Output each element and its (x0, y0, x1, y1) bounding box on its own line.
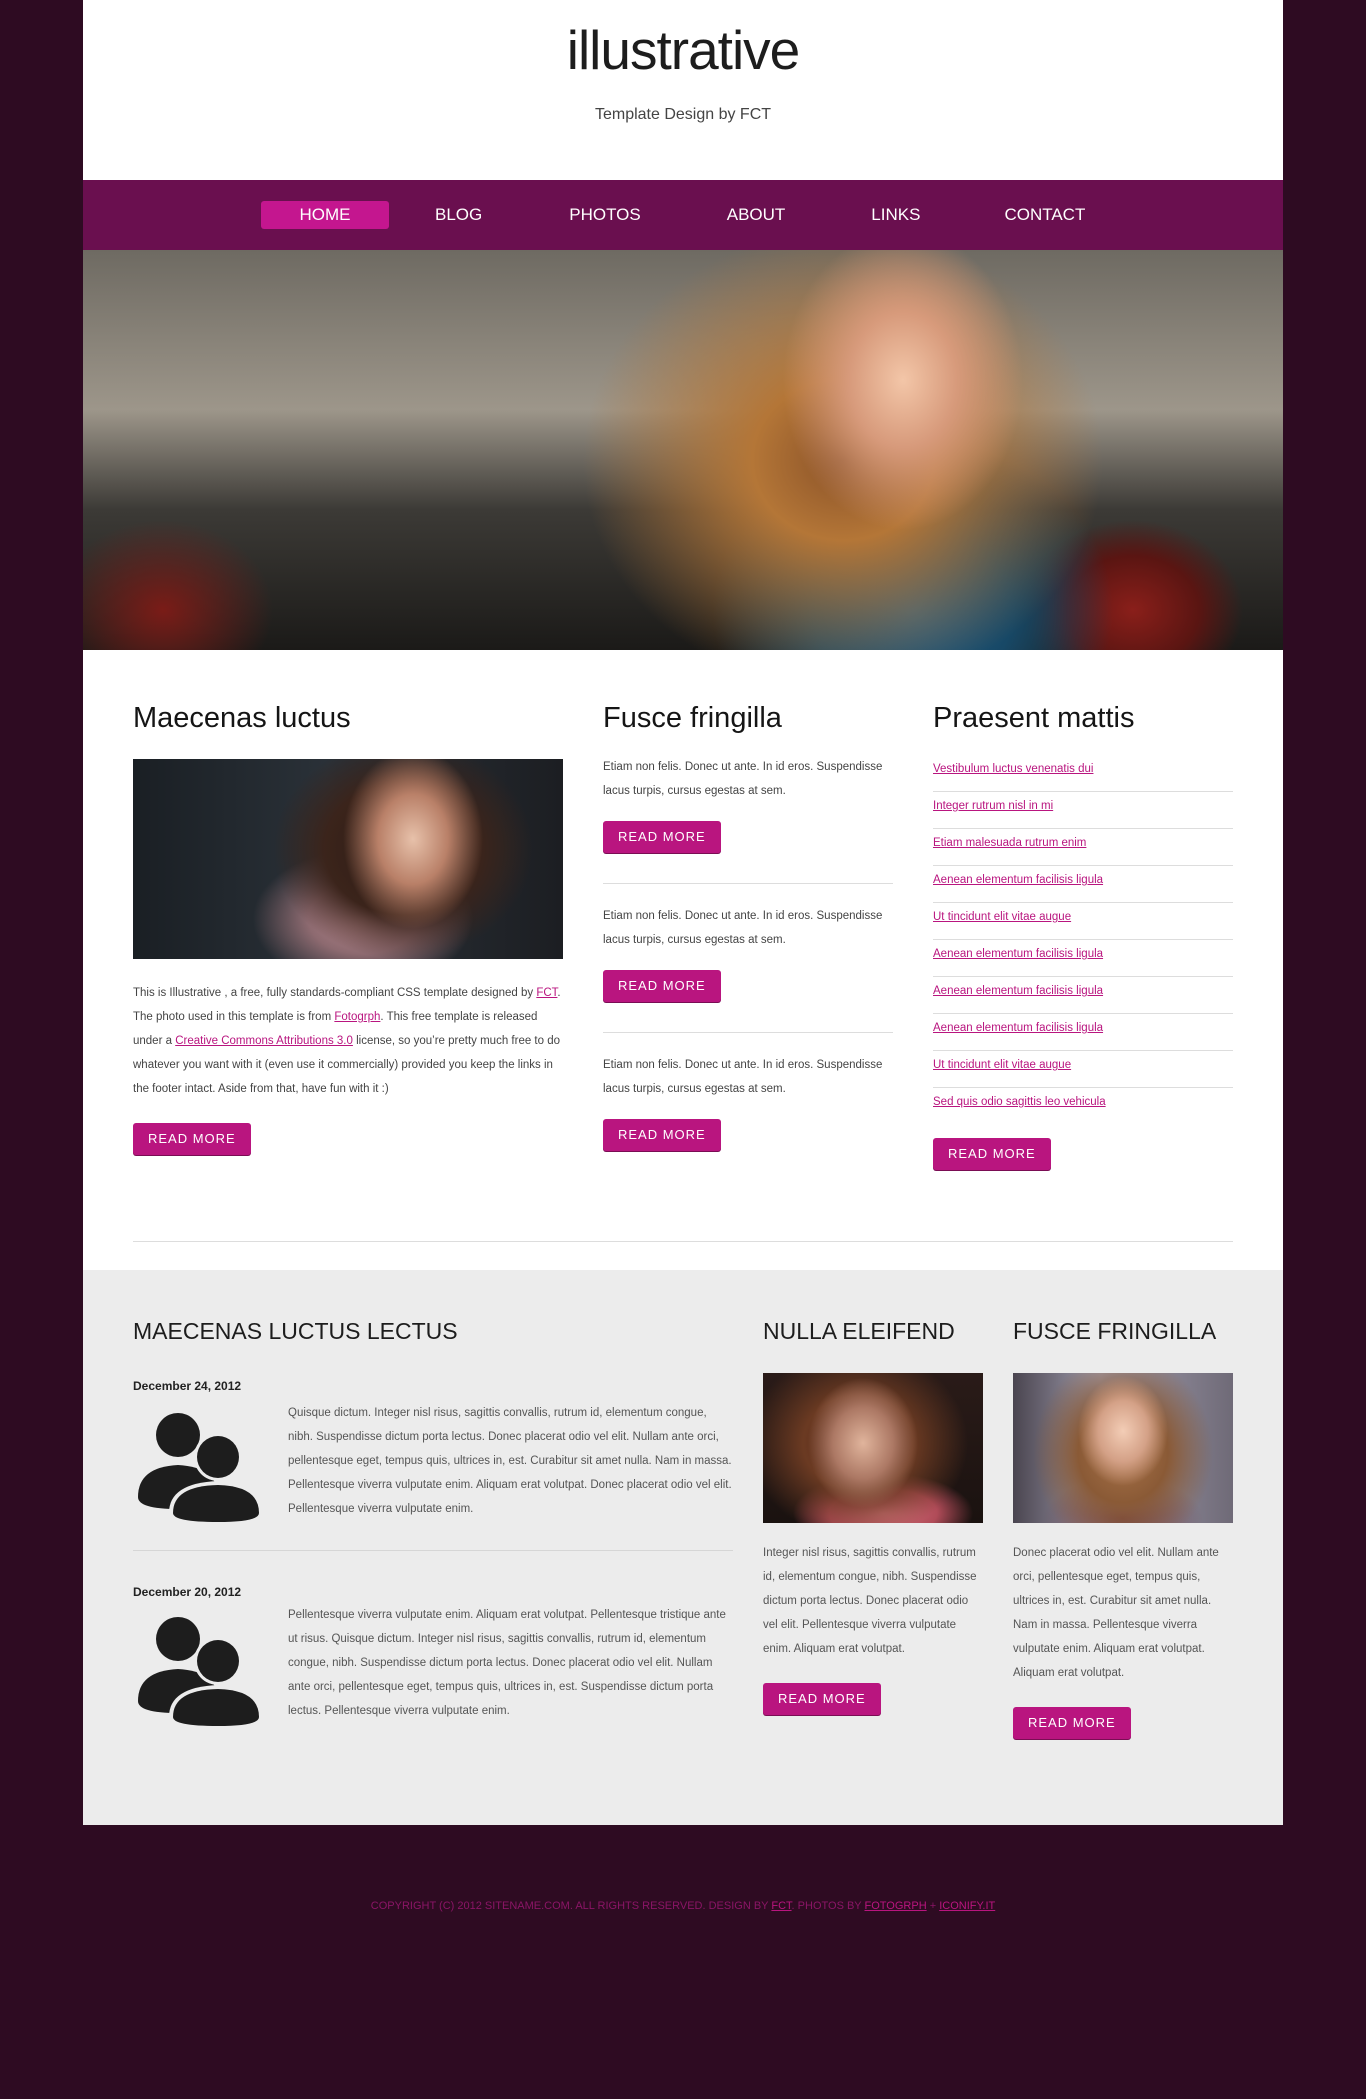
list-item: Aenean elementum facilisis ligula (933, 866, 1233, 903)
content-section: Maecenas luctus This is Illustrative , a… (83, 650, 1283, 1270)
page-container: illustrative Template Design by FCT HOME… (83, 0, 1283, 1825)
nulla-image (763, 1373, 983, 1523)
intro-text: This is Illustrative , a free, fully sta… (133, 981, 563, 1101)
nav-item-photos[interactable]: PHOTOS (569, 201, 640, 229)
site-footer: COPYRIGHT (C) 2012 SITENAME.COM. ALL RIG… (0, 1900, 1366, 1912)
list-item: Integer rutrum nisl in mi (933, 792, 1233, 829)
fct-link[interactable]: FCT (536, 987, 557, 999)
list-item: Etiam malesuada rutrum enim (933, 829, 1233, 866)
section-divider (133, 1241, 1233, 1242)
fusce-read-more-button[interactable]: READ MORE (603, 1119, 721, 1151)
intro-image (133, 759, 563, 959)
fusce-item: Etiam non felis. Donec ut ante. In id er… (603, 904, 893, 1033)
list-item: Aenean elementum facilisis ligula (933, 940, 1233, 977)
praesent-title: Praesent mattis (933, 702, 1135, 734)
site-header: illustrative Template Design by FCT (83, 0, 1283, 180)
fusce-lower-column: FUSCE FRINGILLA Donec placerat odio vel … (1013, 1318, 1233, 1739)
fusce-lower-image (1013, 1373, 1233, 1523)
list-link[interactable]: Ut tincidunt elit vitae augue (933, 1059, 1071, 1071)
news-title: MAECENAS LUCTUS LECTUS (133, 1318, 458, 1344)
nav-item-home[interactable]: HOME (261, 201, 389, 229)
fusce-lower-text: Donec placerat odio vel elit. Nullam ant… (1013, 1547, 1219, 1679)
list-link[interactable]: Aenean elementum facilisis ligula (933, 1022, 1103, 1034)
news-column: MAECENAS LUCTUS LECTUS December 24, 2012… (133, 1318, 733, 1772)
news-post: December 24, 2012 Quisque dictum. Intege… (133, 1345, 733, 1551)
intro-title: Maecenas luctus (133, 702, 351, 734)
user-group-icon (138, 1617, 263, 1729)
nav-item-blog[interactable]: BLOG (435, 201, 482, 229)
nulla-column: NULLA ELEIFEND Integer nisl risus, sagit… (763, 1318, 983, 1715)
footer-text: . PHOTOS BY (791, 1900, 865, 1912)
site-logo[interactable]: illustrative (83, 18, 1283, 82)
list-link[interactable]: Etiam malesuada rutrum enim (933, 837, 1086, 849)
intro-column: Maecenas luctus This is Illustrative , a… (133, 702, 563, 1155)
link-list: Vestibulum luctus venenatis dui Integer … (933, 755, 1233, 1124)
praesent-column: Praesent mattis Vestibulum luctus venena… (933, 702, 1233, 1170)
lower-section: MAECENAS LUCTUS LECTUS December 24, 2012… (83, 1270, 1283, 1825)
praesent-read-more-button[interactable]: READ MORE (933, 1138, 1051, 1170)
nav-item-about[interactable]: ABOUT (727, 201, 786, 229)
fusce-column: Fusce fringilla Etiam non felis. Donec u… (603, 702, 893, 1181)
footer-fct-link[interactable]: FCT (771, 1900, 791, 1912)
list-item: Aenean elementum facilisis ligula (933, 1014, 1233, 1051)
post-date: December 20, 2012 (133, 1585, 242, 1599)
fusce-item: Etiam non felis. Donec ut ante. In id er… (603, 1053, 893, 1181)
nulla-read-more-button[interactable]: READ MORE (763, 1683, 881, 1715)
fusce-read-more-button[interactable]: READ MORE (603, 821, 721, 853)
list-item: Sed quis odio sagittis leo vehicula (933, 1088, 1233, 1124)
list-link[interactable]: Ut tincidunt elit vitae augue (933, 911, 1071, 923)
footer-text: + (926, 1900, 940, 1912)
intro-text-part: This is Illustrative , a free, fully sta… (133, 987, 537, 999)
list-link[interactable]: Integer rutrum nisl in mi (933, 800, 1053, 812)
fusce-item-text: Etiam non felis. Donec ut ante. In id er… (603, 910, 883, 946)
footer-iconify-link[interactable]: ICONIFY.IT (939, 1900, 995, 1912)
list-item: Vestibulum luctus venenatis dui (933, 755, 1233, 792)
list-link[interactable]: Aenean elementum facilisis ligula (933, 948, 1103, 960)
news-post: December 20, 2012 Pellentesque viverra v… (133, 1567, 733, 1772)
nulla-text: Integer nisl risus, sagittis convallis, … (763, 1547, 977, 1655)
fusce-lower-read-more-button[interactable]: READ MORE (1013, 1707, 1131, 1739)
post-date: December 24, 2012 (133, 1379, 242, 1393)
intro-read-more-button[interactable]: READ MORE (133, 1123, 251, 1155)
list-link[interactable]: Aenean elementum facilisis ligula (933, 874, 1103, 886)
main-nav: HOME BLOG PHOTOS ABOUT LINKS CONTACT (83, 180, 1283, 250)
post-text: Quisque dictum. Integer nisl risus, sagi… (288, 1407, 732, 1515)
footer-fotogrph-link[interactable]: FOTOGRPH (865, 1900, 927, 1912)
nav-item-links[interactable]: LINKS (871, 201, 920, 229)
footer-text: COPYRIGHT (C) 2012 SITENAME.COM. ALL RIG… (370, 1900, 772, 1912)
fusce-title: Fusce fringilla (603, 702, 782, 734)
fusce-item-text: Etiam non felis. Donec ut ante. In id er… (603, 1059, 883, 1095)
nulla-title: NULLA ELEIFEND (763, 1318, 955, 1344)
fusce-lower-title: FUSCE FRINGILLA (1013, 1318, 1217, 1344)
list-link[interactable]: Vestibulum luctus venenatis dui (933, 763, 1093, 775)
user-group-icon (138, 1413, 263, 1525)
list-item: Ut tincidunt elit vitae augue (933, 903, 1233, 940)
site-tagline: Template Design by FCT (594, 106, 772, 123)
fusce-read-more-button[interactable]: READ MORE (603, 970, 721, 1002)
fusce-item-text: Etiam non felis. Donec ut ante. In id er… (603, 761, 883, 797)
fusce-item: Etiam non felis. Donec ut ante. In id er… (603, 755, 893, 884)
list-item: Ut tincidunt elit vitae augue (933, 1051, 1233, 1088)
license-link[interactable]: Creative Commons Attributions 3.0 (175, 1035, 353, 1047)
list-item: Aenean elementum facilisis ligula (933, 977, 1233, 1014)
list-link[interactable]: Sed quis odio sagittis leo vehicula (933, 1096, 1106, 1108)
post-text: Pellentesque viverra vulputate enim. Ali… (288, 1609, 726, 1717)
nav-item-contact[interactable]: CONTACT (1004, 201, 1085, 229)
list-link[interactable]: Aenean elementum facilisis ligula (933, 985, 1103, 997)
hero-image (83, 250, 1283, 650)
fotogrph-link[interactable]: Fotogrph (334, 1011, 380, 1023)
